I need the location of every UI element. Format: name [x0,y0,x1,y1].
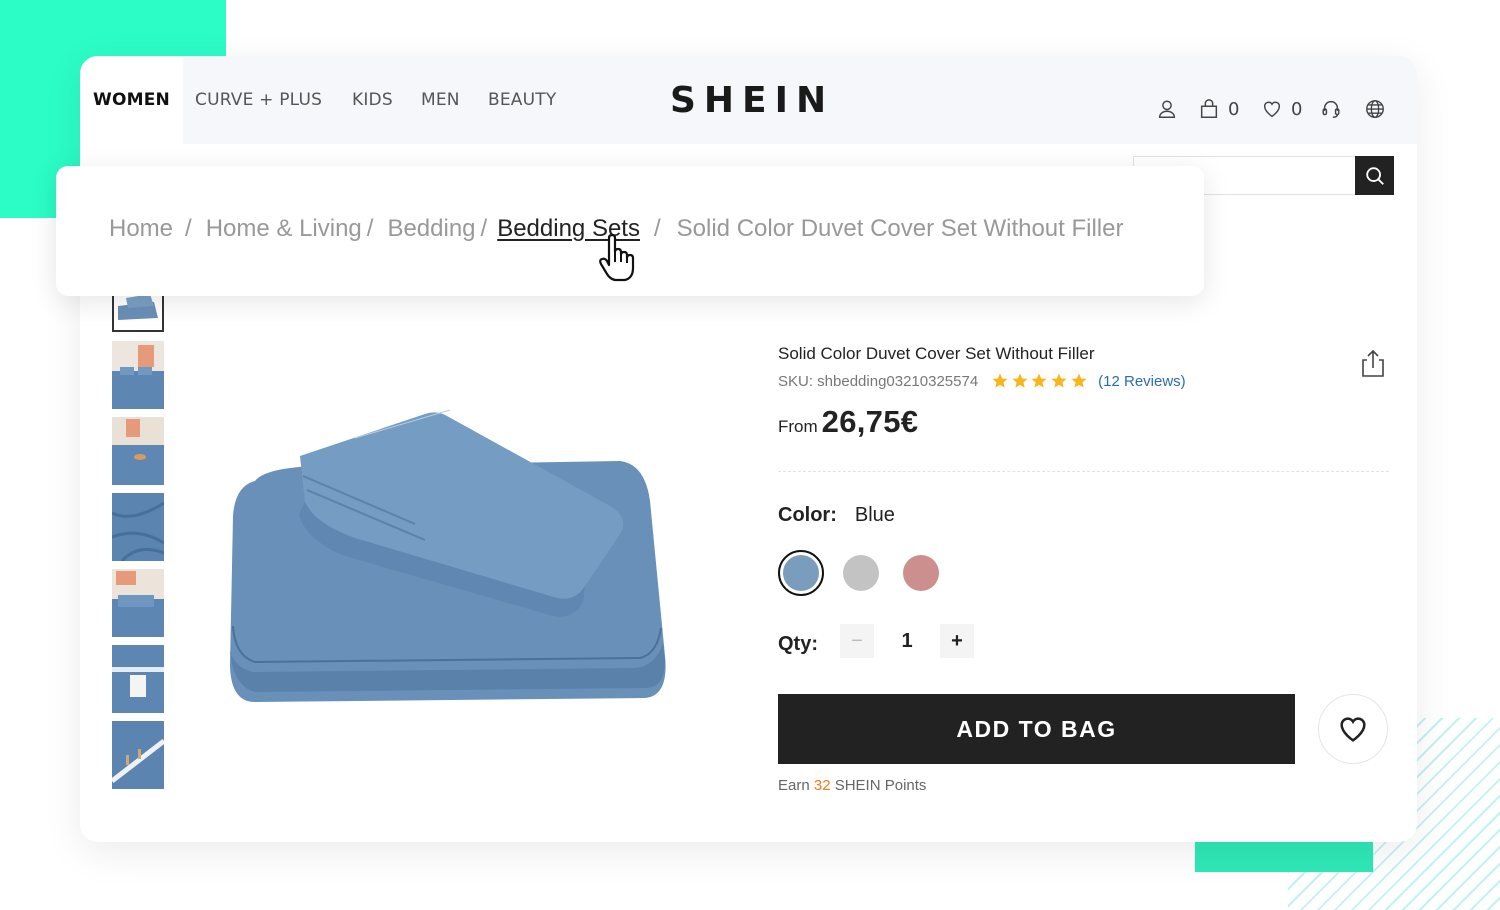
add-to-wishlist-button[interactable] [1318,694,1388,764]
share-button[interactable] [1360,348,1386,378]
thumbnail-image [112,341,164,409]
qty-increase-button[interactable]: + [940,624,974,658]
price-prefix: From [778,417,818,436]
shein-logo[interactable]: SHEIN [670,78,832,122]
color-value: Blue [854,504,895,526]
color-swatch-grey[interactable] [838,550,884,596]
divider [778,471,1389,472]
wishlist-count: 0 [1291,98,1303,120]
color-swatch-pink[interactable] [898,550,944,596]
thumbnail-4[interactable] [112,493,164,561]
swatch-dot [783,555,819,591]
color-swatch-blue[interactable] [778,550,824,596]
qty-label: Qty: [778,633,818,655]
search-icon [1365,166,1384,185]
hand-cursor-icon [597,233,639,282]
bag-icon [1200,99,1218,118]
heart-icon [1263,101,1281,118]
product-title: Solid Color Duvet Cover Set Without Fill… [778,344,1095,363]
nav-tab-label: WOMEN [93,90,170,110]
points-prefix: Earn [778,777,810,794]
duvet-set-image [230,409,666,702]
star-icon [1051,373,1067,388]
language-button[interactable] [1364,96,1386,122]
star-icon [1031,373,1047,388]
heart-icon [1340,717,1366,742]
nav-tab-label: KIDS [352,90,393,110]
globe-icon [1366,100,1384,118]
nav-tab-label: BEAUTY [488,90,557,110]
swatch-dot [903,555,939,591]
account-button[interactable] [1156,96,1178,122]
thumbnail-image [112,645,164,713]
share-icon [1362,349,1384,377]
top-navigation: WOMEN CURVE + PLUS KIDS MEN BEAUTY SHEIN… [80,56,1417,144]
breadcrumb-current: Solid Color Duvet Cover Set Without Fill… [676,215,1124,242]
points-info: Earn 32 SHEIN Points [778,777,926,794]
breadcrumb-bedding[interactable]: Bedding [387,215,475,243]
points-suffix: SHEIN Points [834,777,927,794]
nav-tab-women[interactable]: WOMEN [80,56,183,144]
nav-tab-curve-plus[interactable]: CURVE + PLUS [195,56,322,144]
breadcrumb-separator: / [185,215,192,242]
headset-icon [1322,100,1340,118]
star-icon [992,373,1008,388]
price-row: From 26,75€ [778,404,918,440]
product-sku: SKU: shbedding03210325574 [778,372,979,390]
breadcrumb-separator: / [653,215,661,242]
nav-tab-kids[interactable]: KIDS [352,56,393,144]
star-icon [1012,373,1028,388]
support-button[interactable] [1320,96,1342,122]
thumbnail-image [112,721,164,789]
thumbnail-7[interactable] [112,721,164,789]
star-rating [991,372,1089,390]
reviews-link[interactable]: (12 Reviews) [1098,373,1186,390]
qty-decrease-button[interactable]: − [840,624,874,658]
bag-button[interactable]: 0 [1198,96,1239,122]
breadcrumb-home[interactable]: Home [109,215,173,243]
nav-tab-beauty[interactable]: BEAUTY [488,56,556,144]
sku-rating-row: SKU: shbedding03210325574 (12 Reviews) [778,372,1186,390]
add-to-bag-button[interactable]: ADD TO BAG [778,694,1295,764]
user-icon [1158,100,1176,118]
points-value: 32 [813,777,831,794]
bag-count: 0 [1228,98,1240,120]
thumbnail-image [112,417,164,485]
qty-input[interactable] [874,624,940,658]
breadcrumb-separator: / [366,215,374,242]
swatch-dot [843,555,879,591]
nav-tab-label: CURVE + PLUS [195,90,323,110]
color-label: Color: [778,504,837,526]
thumbnail-6[interactable] [112,645,164,713]
color-row: Color: Blue [778,504,895,527]
main-product-image[interactable] [225,406,675,711]
thumbnail-image [112,569,164,637]
breadcrumb-separator: / [480,215,488,242]
search-button[interactable] [1355,156,1394,195]
decorative-green-bar [1195,842,1373,872]
thumbnail-5[interactable] [112,569,164,637]
thumbnail-3[interactable] [112,417,164,485]
nav-tab-men[interactable]: MEN [421,56,460,144]
thumbnail-2[interactable] [112,341,164,409]
wishlist-button[interactable]: 0 [1261,96,1302,122]
nav-tab-label: MEN [421,90,460,110]
thumbnail-image [112,493,164,561]
quantity-stepper: − + [840,624,974,658]
star-icon [1071,373,1087,388]
product-price: 26,75€ [821,404,919,439]
breadcrumb-home-living[interactable]: Home & Living [206,215,362,243]
